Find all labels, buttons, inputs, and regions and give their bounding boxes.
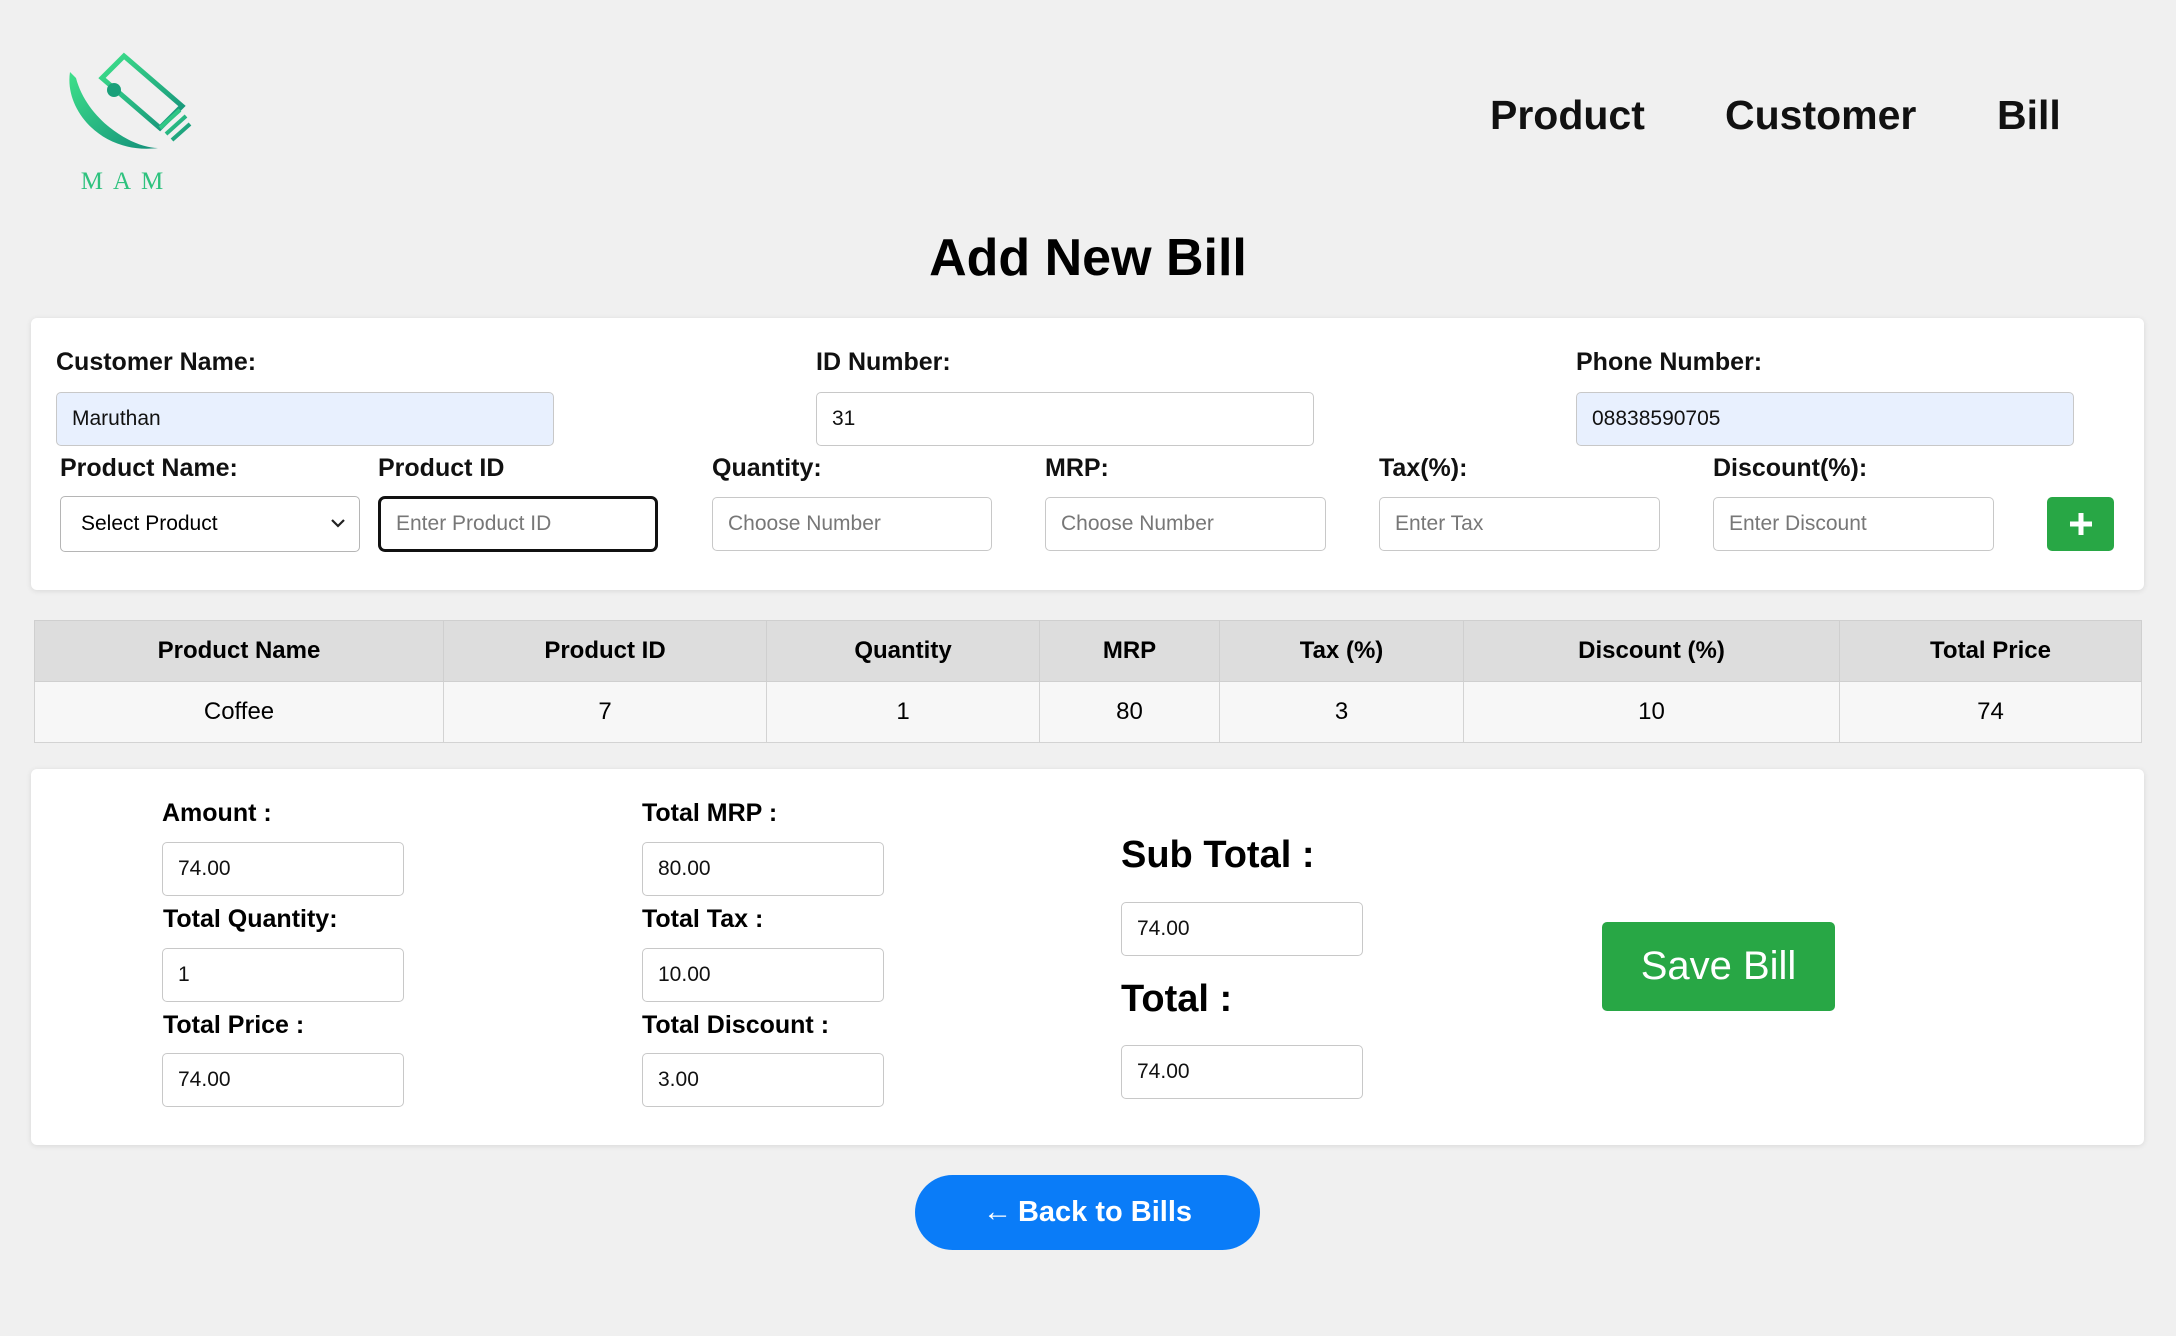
phone-number-input[interactable] xyxy=(1576,392,2074,446)
phone-number-label: Phone Number: xyxy=(1576,348,1763,376)
product-name-label: Product Name: xyxy=(60,454,238,482)
table-cell: 3 xyxy=(1219,681,1464,743)
amount-input[interactable] xyxy=(162,842,404,896)
product-select-value: Select Product xyxy=(81,512,218,535)
back-to-bills-label: Back to Bills xyxy=(1017,1196,1193,1228)
total-quantity-label: Total Quantity: xyxy=(163,905,338,933)
column-header: Discount (%) xyxy=(1463,620,1840,682)
logo-text: MAM xyxy=(80,168,174,195)
total-input[interactable] xyxy=(1121,1045,1363,1099)
save-bill-button[interactable]: Save Bill xyxy=(1602,922,1835,1011)
sub-total-label: Sub Total : xyxy=(1121,834,1315,876)
product-id-label: Product ID xyxy=(378,454,505,482)
product-select[interactable]: Select Product xyxy=(60,496,360,552)
total-label: Total : xyxy=(1121,978,1233,1020)
column-header: Quantity xyxy=(766,620,1040,682)
total-price-label: Total Price : xyxy=(163,1011,305,1039)
brand-logo[interactable]: MAM xyxy=(62,50,192,200)
table-cell: Coffee xyxy=(34,681,444,743)
table-cell: 10 xyxy=(1463,681,1840,743)
column-header: Product Name xyxy=(34,620,444,682)
amount-label: Amount : xyxy=(162,799,272,827)
nav-customer[interactable]: Customer xyxy=(1725,92,1916,139)
total-quantity-input[interactable] xyxy=(162,948,404,1002)
total-discount-label: Total Discount : xyxy=(642,1011,830,1039)
mrp-input[interactable] xyxy=(1045,497,1326,551)
total-mrp-input[interactable] xyxy=(642,842,884,896)
left-arrow-icon: ← xyxy=(982,1196,1012,1228)
total-price-input[interactable] xyxy=(162,1053,404,1107)
customer-name-input[interactable] xyxy=(56,392,554,446)
tax-label: Tax(%): xyxy=(1379,454,1468,482)
column-header: Product ID xyxy=(443,620,767,682)
nav-bill[interactable]: Bill xyxy=(1997,92,2061,139)
table-cell: 7 xyxy=(443,681,767,743)
page-title: Add New Bill xyxy=(929,229,1247,287)
quantity-label: Quantity: xyxy=(712,454,822,482)
tax-input[interactable] xyxy=(1379,497,1660,551)
discount-input[interactable] xyxy=(1713,497,1994,551)
table-cell: 80 xyxy=(1039,681,1220,743)
column-header: MRP xyxy=(1039,620,1220,682)
discount-label: Discount(%): xyxy=(1713,454,1868,482)
column-header: Tax (%) xyxy=(1219,620,1464,682)
total-tax-label: Total Tax : xyxy=(642,905,764,933)
back-to-bills-button[interactable]: ← Back to Bills xyxy=(915,1175,1260,1250)
mrp-label: MRP: xyxy=(1045,454,1109,482)
table-cell: 74 xyxy=(1839,681,2142,743)
table-cell: 1 xyxy=(766,681,1040,743)
chevron-down-icon xyxy=(331,519,345,528)
table-header-row: Product Name Product ID Quantity MRP Tax… xyxy=(34,620,2142,682)
table-row: Coffee 7 1 80 3 10 74 xyxy=(34,681,2142,743)
money-swoosh-icon xyxy=(69,52,192,149)
customer-name-label: Customer Name: xyxy=(56,348,257,376)
quantity-input[interactable] xyxy=(712,497,992,551)
sub-total-input[interactable] xyxy=(1121,902,1363,956)
total-mrp-label: Total MRP : xyxy=(642,799,778,827)
id-number-input[interactable] xyxy=(816,392,1314,446)
plus-icon xyxy=(2069,513,2092,535)
product-id-input[interactable] xyxy=(378,496,658,552)
column-header: Total Price xyxy=(1839,620,2142,682)
nav-product[interactable]: Product xyxy=(1490,92,1645,139)
add-item-button[interactable] xyxy=(2047,497,2114,551)
id-number-label: ID Number: xyxy=(816,348,951,376)
total-tax-input[interactable] xyxy=(642,948,884,1002)
bill-items-table: Product Name Product ID Quantity MRP Tax… xyxy=(34,620,2142,743)
total-discount-input[interactable] xyxy=(642,1053,884,1107)
